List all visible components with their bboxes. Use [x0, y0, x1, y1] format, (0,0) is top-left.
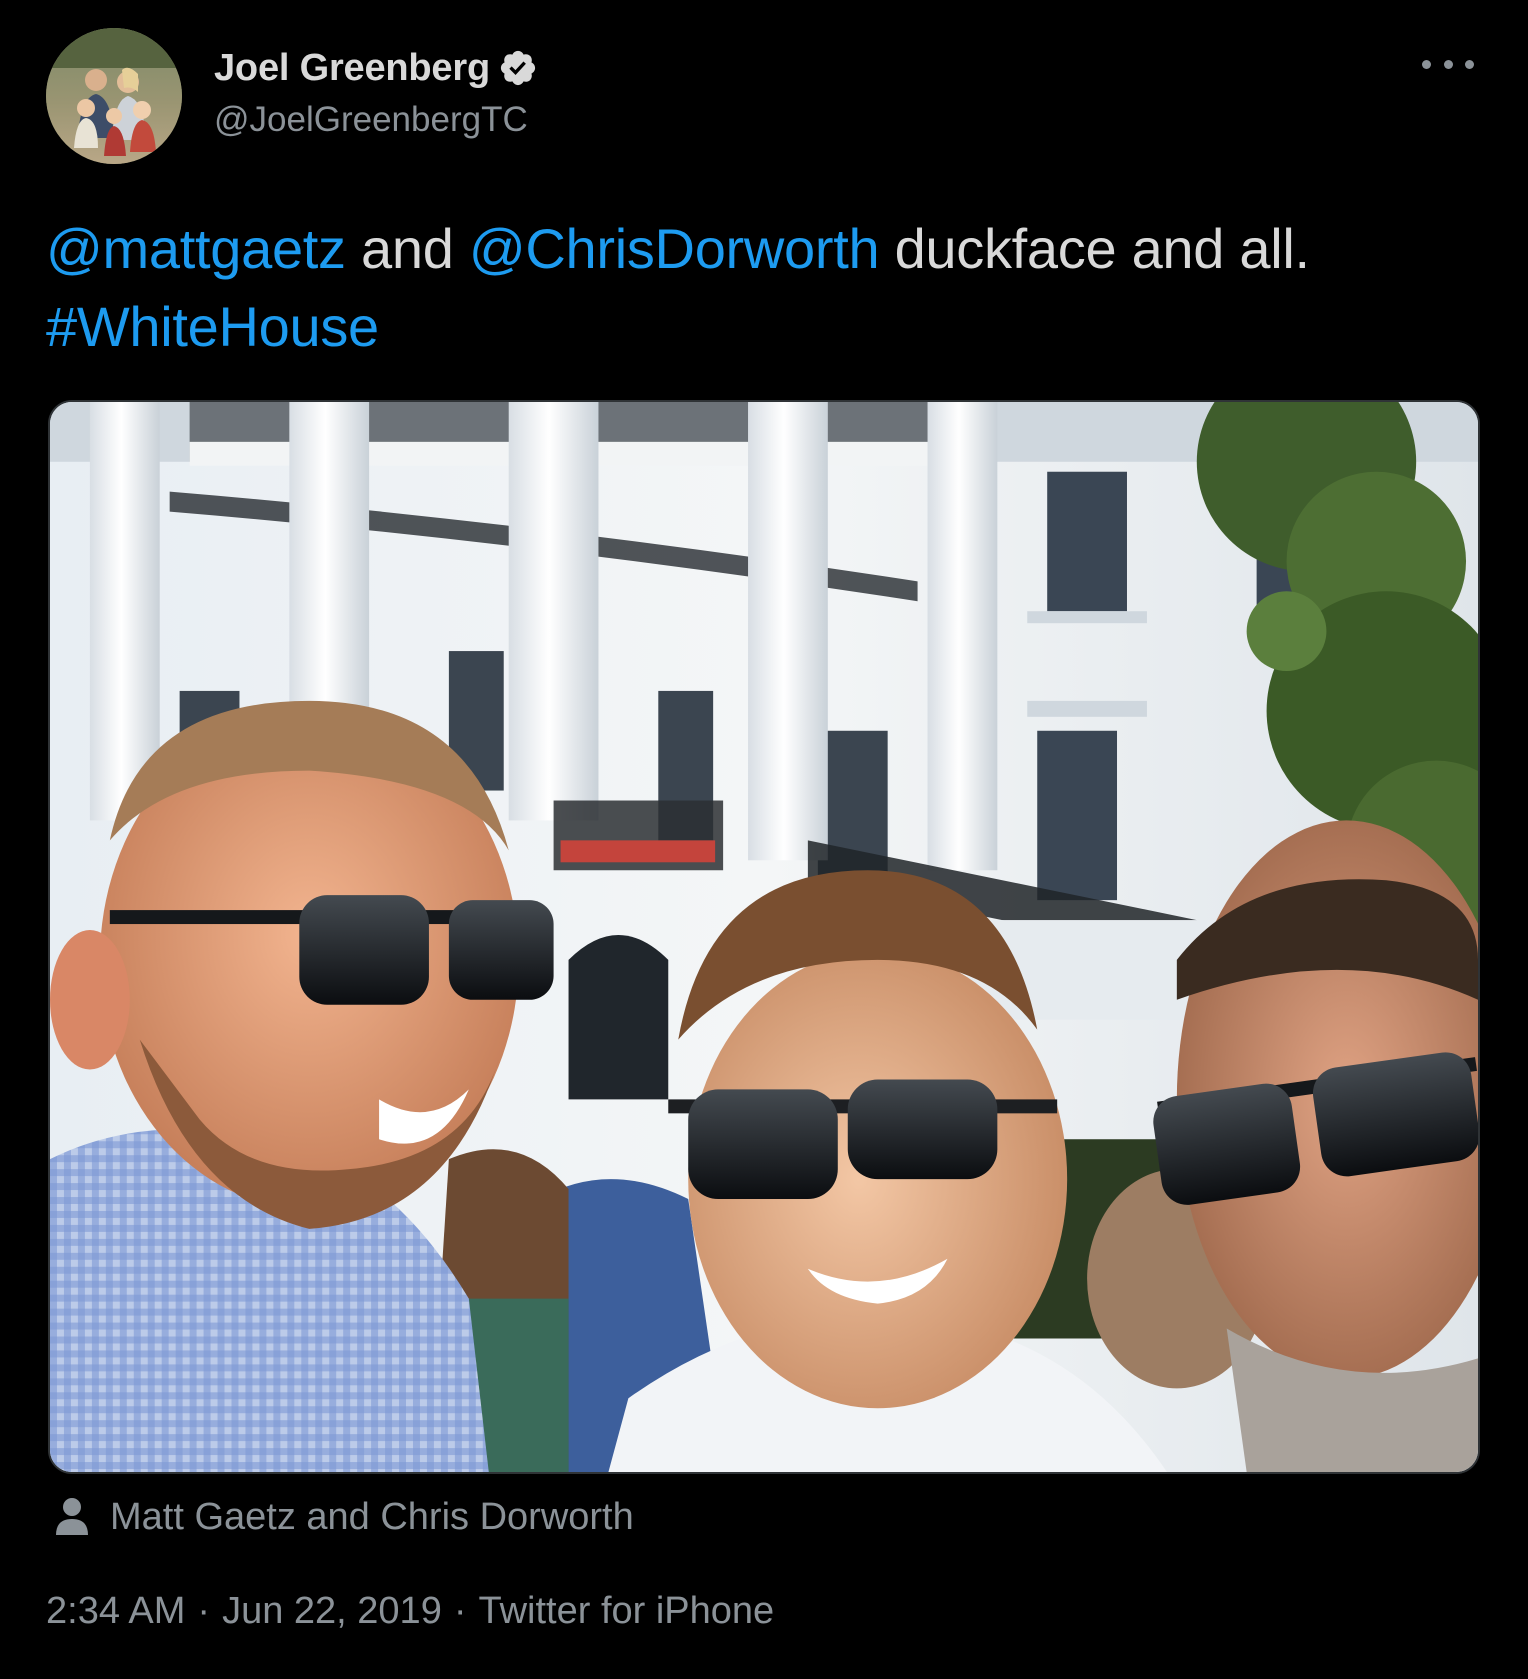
dot [1465, 59, 1474, 69]
selfie-photo [50, 402, 1478, 1472]
verified-badge-icon [498, 48, 538, 88]
separator: · [453, 1590, 467, 1632]
dot [1443, 59, 1453, 69]
mention-chrisdorworth[interactable]: @ChrisDorworth [469, 217, 880, 280]
tagged-people[interactable]: Matt Gaetz and Chris Dorworth [54, 1492, 634, 1542]
avatar-image [46, 28, 182, 164]
tagged-people-text[interactable]: Matt Gaetz and Chris Dorworth [110, 1496, 634, 1539]
author-handle[interactable]: @JoelGreenbergTC [214, 100, 528, 140]
tweet-source[interactable]: Twitter for iPhone [478, 1590, 774, 1633]
tweet-card: Joel Greenberg @JoelGreenbergTC @mattgae… [0, 0, 1528, 1679]
dot [1422, 59, 1431, 69]
tweet-date[interactable]: Jun 22, 2019 [222, 1590, 442, 1633]
hashtag-whitehouse[interactable]: #WhiteHouse [46, 295, 379, 358]
more-options-icon[interactable] [1422, 50, 1474, 78]
author-display-name[interactable]: Joel Greenberg [214, 47, 490, 90]
author-name-row[interactable]: Joel Greenberg [214, 40, 538, 96]
tweet-photo[interactable] [48, 400, 1480, 1474]
separator: · [197, 1590, 211, 1632]
tweet-text: @mattgaetz and @ChrisDorworth duckface a… [46, 210, 1486, 366]
person-icon [54, 1497, 90, 1537]
tweet-text-segment: duckface and all. [879, 217, 1310, 280]
tweet-time[interactable]: 2:34 AM [46, 1590, 185, 1633]
author-avatar[interactable] [46, 28, 182, 164]
tweet-meta: 2:34 AM · Jun 22, 2019 · Twitter for iPh… [46, 1590, 774, 1633]
mention-mattgaetz[interactable]: @mattgaetz [46, 217, 346, 280]
tweet-text-segment: and [345, 217, 469, 280]
